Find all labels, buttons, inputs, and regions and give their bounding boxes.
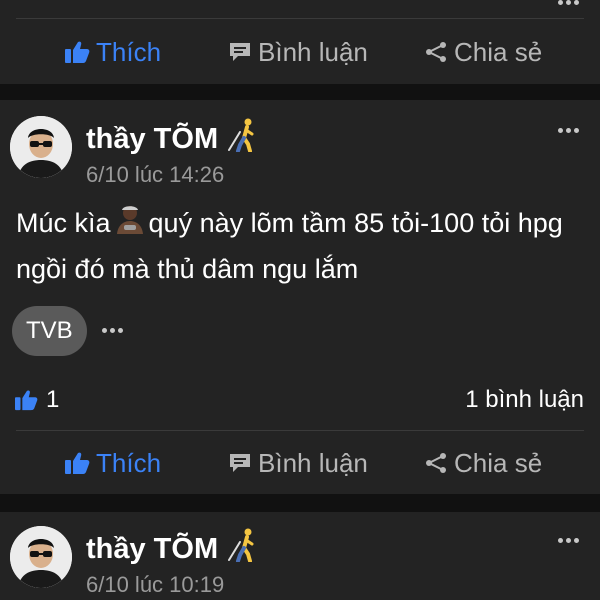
comment-button[interactable]: Bình luận — [228, 443, 368, 483]
more-icon[interactable] — [102, 328, 123, 333]
person-walking-icon — [228, 118, 258, 160]
previous-post-card: Thích Bình luận Chia sẻ — [0, 0, 600, 84]
share-button[interactable]: Chia sẻ — [424, 443, 542, 483]
more-icon[interactable] — [558, 128, 579, 133]
share-label: Chia sẻ — [454, 447, 543, 478]
post-card: thầy TÕM 6/10 lúc 14:26 Múc kìa quý này l… — [0, 100, 600, 494]
person-walking-icon — [228, 528, 258, 570]
like-icon — [65, 452, 90, 474]
like-icon — [15, 390, 38, 411]
like-icon — [65, 41, 90, 63]
avatar[interactable] — [10, 116, 72, 178]
comment-label: Bình luận — [258, 36, 368, 67]
like-label: Thích — [96, 36, 162, 67]
share-label: Chia sẻ — [454, 36, 543, 67]
author-name[interactable]: thầy TÕM — [86, 118, 258, 160]
post-timestamp[interactable]: 6/10 lúc 10:19 — [86, 572, 224, 598]
tag-chip[interactable]: TVB — [12, 306, 87, 356]
avatar[interactable] — [10, 526, 72, 588]
post-body: Múc kìa quý này lõm tầm 85 tỏi-100 tỏi hp… — [16, 201, 586, 291]
share-icon — [426, 42, 446, 62]
comment-icon — [230, 454, 250, 472]
more-icon[interactable] — [558, 538, 579, 543]
more-icon[interactable] — [558, 0, 579, 5]
like-button[interactable]: Thích — [64, 443, 161, 483]
like-label: Thích — [96, 447, 162, 478]
share-icon — [426, 453, 446, 473]
comment-button[interactable]: Bình luận — [228, 32, 368, 72]
divider — [16, 430, 584, 431]
divider — [16, 18, 584, 19]
comment-label: Bình luận — [258, 447, 368, 478]
emoji-man-icon — [115, 203, 145, 247]
post-timestamp[interactable]: 6/10 lúc 14:26 — [86, 162, 224, 188]
like-button[interactable]: Thích — [64, 32, 161, 72]
like-count[interactable]: 1 — [14, 386, 59, 414]
comment-icon — [230, 43, 250, 61]
comment-count[interactable]: 1 bình luận — [465, 386, 584, 414]
author-name[interactable]: thầy TÕM — [86, 528, 258, 570]
post-card: thầy TÕM 6/10 lúc 10:19 — [0, 512, 600, 600]
share-button[interactable]: Chia sẻ — [424, 32, 542, 72]
